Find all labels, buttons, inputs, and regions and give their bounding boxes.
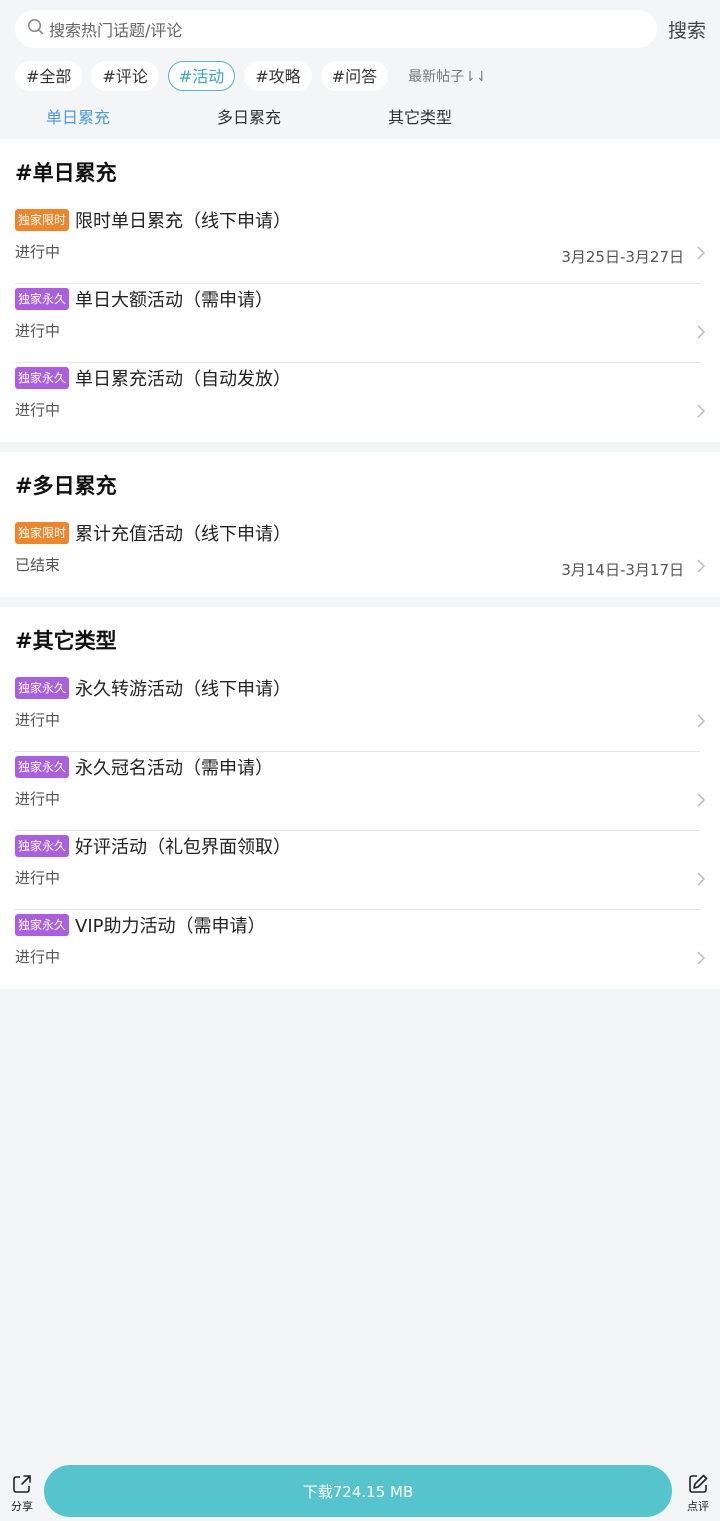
- chevron-right-icon: [696, 245, 706, 265]
- item-header: 独家永久 永久转游活动（线下申请）: [15, 673, 700, 701]
- list-item[interactable]: 独家永久 好评活动（礼包界面领取） 进行中: [15, 831, 706, 910]
- item-status: 进行中: [15, 869, 61, 887]
- bottom-bar: 分享 下载724.15 MB 点评: [0, 1461, 720, 1521]
- top-area: 搜索热门话题/评论 搜索 #全部 #评论 #活动 #攻略 #问答 最新帖子⇂⇃ …: [0, 0, 720, 139]
- item-badge: 独家限时: [15, 208, 70, 231]
- item-badge: 独家永久: [15, 913, 70, 936]
- event-sections: #单日累充 独家限时 限时单日累充（线下申请） 进行中 3月25日-3月27日 …: [0, 139, 720, 989]
- tag-guides[interactable]: #攻略: [244, 61, 312, 91]
- chevron-right-icon: [696, 713, 706, 733]
- tag-comments[interactable]: #评论: [91, 61, 159, 91]
- item-header: 独家永久 VIP助力活动（需申请）: [15, 910, 700, 938]
- subtab-multi-day[interactable]: 多日累充: [217, 104, 388, 128]
- chevron-right-icon: [696, 950, 706, 970]
- section-title: #其它类型: [15, 629, 117, 653]
- search-input[interactable]: 搜索热门话题/评论: [15, 10, 657, 48]
- tag-events[interactable]: #活动: [167, 61, 236, 91]
- item-status: 进行中: [15, 948, 61, 966]
- item-status: 进行中: [15, 401, 61, 419]
- item-header: 独家限时 限时单日累充（线下申请）: [15, 205, 700, 233]
- tag-all[interactable]: #全部: [15, 61, 83, 91]
- tag-qa[interactable]: #问答: [320, 61, 389, 91]
- subtab-bar: 单日累充 多日累充 其它类型: [0, 93, 720, 139]
- item-date: 3月14日-3月17日: [561, 561, 684, 579]
- item-header: 独家永久 单日大额活动（需申请）: [15, 284, 700, 312]
- list-item[interactable]: 独家永久 VIP助力活动（需申请） 进行中: [15, 910, 706, 989]
- search-icon: [27, 18, 45, 40]
- section-title: #单日累充: [15, 161, 117, 185]
- item-title: VIP助力活动（需申请）: [75, 915, 266, 937]
- item-badge: 独家永久: [15, 366, 70, 389]
- section: #其它类型 独家永久 永久转游活动（线下申请） 进行中 独家永久 永久冠名活动（…: [0, 607, 720, 989]
- item-status: 进行中: [15, 711, 61, 729]
- item-badge: 独家永久: [15, 755, 70, 778]
- subtab-other[interactable]: 其它类型: [388, 104, 559, 128]
- subtab-single-day[interactable]: 单日累充: [46, 104, 217, 128]
- chevron-right-icon: [696, 558, 706, 578]
- tag-filter-bar: #全部 #评论 #活动 #攻略 #问答 最新帖子⇂⇃: [0, 59, 720, 93]
- item-title: 永久转游活动（线下申请）: [75, 678, 292, 700]
- share-button[interactable]: 分享: [0, 1469, 44, 1514]
- search-row: 搜索热门话题/评论 搜索: [0, 10, 720, 48]
- list-item[interactable]: 独家永久 单日累充活动（自动发放） 进行中: [15, 363, 706, 442]
- item-title: 累计充值活动（线下申请）: [75, 523, 292, 545]
- download-button[interactable]: 下载724.15 MB: [44, 1465, 672, 1517]
- item-header: 独家永久 好评活动（礼包界面领取）: [15, 831, 700, 859]
- list-item[interactable]: 独家永久 单日大额活动（需申请） 进行中: [15, 284, 706, 363]
- search-placeholder: 搜索热门话题/评论: [49, 21, 183, 40]
- list-item[interactable]: 独家永久 永久冠名活动（需申请） 进行中: [15, 752, 706, 831]
- item-badge: 独家限时: [15, 521, 70, 544]
- edit-icon: [687, 1473, 709, 1498]
- share-label: 分享: [11, 1499, 33, 1513]
- list-item[interactable]: 独家限时 限时单日累充（线下申请） 进行中 3月25日-3月27日: [15, 205, 706, 284]
- list-item[interactable]: 独家永久 永久转游活动（线下申请） 进行中: [15, 673, 706, 752]
- item-title: 限时单日累充（线下申请）: [75, 210, 292, 232]
- sort-toggle[interactable]: 最新帖子⇂⇃: [408, 66, 487, 86]
- item-header: 独家永久 永久冠名活动（需申请）: [15, 752, 700, 780]
- section-title: #多日累充: [15, 474, 117, 498]
- review-label: 点评: [687, 1499, 709, 1513]
- item-header: 独家限时 累计充值活动（线下申请）: [15, 518, 700, 546]
- item-title: 单日大额活动（需申请）: [75, 289, 274, 311]
- item-title: 永久冠名活动（需申请）: [75, 757, 274, 779]
- item-date: 3月25日-3月27日: [561, 248, 684, 266]
- section: #单日累充 独家限时 限时单日累充（线下申请） 进行中 3月25日-3月27日 …: [0, 139, 720, 442]
- section: #多日累充 独家限时 累计充值活动（线下申请） 已结束 3月14日-3月17日: [0, 452, 720, 597]
- item-status: 进行中: [15, 790, 61, 808]
- share-icon: [11, 1473, 33, 1498]
- item-badge: 独家永久: [15, 834, 70, 857]
- search-button[interactable]: 搜索: [668, 16, 706, 43]
- item-header: 独家永久 单日累充活动（自动发放）: [15, 363, 700, 391]
- item-title: 好评活动（礼包界面领取）: [75, 836, 292, 858]
- review-button[interactable]: 点评: [676, 1469, 720, 1514]
- chevron-right-icon: [696, 403, 706, 423]
- list-item[interactable]: 独家限时 累计充值活动（线下申请） 已结束 3月14日-3月17日: [15, 518, 706, 597]
- item-badge: 独家永久: [15, 287, 70, 310]
- item-title: 单日累充活动（自动发放）: [75, 368, 292, 390]
- item-status: 进行中: [15, 322, 61, 340]
- chevron-right-icon: [696, 324, 706, 344]
- chevron-right-icon: [696, 792, 706, 812]
- chevron-right-icon: [696, 871, 706, 891]
- item-badge: 独家永久: [15, 676, 70, 699]
